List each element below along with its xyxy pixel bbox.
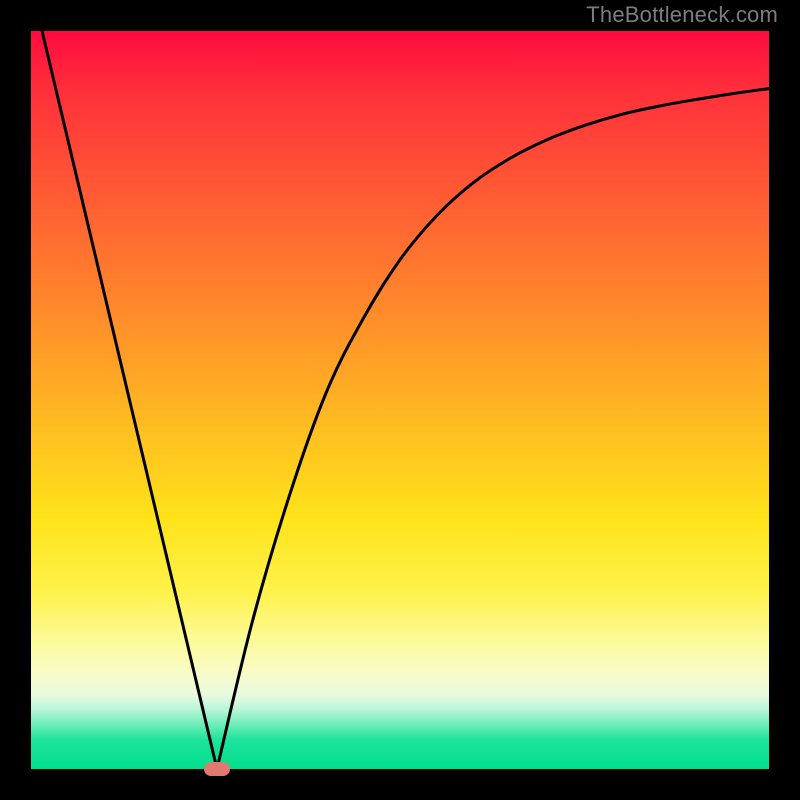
chart-frame: TheBottleneck.com	[0, 0, 800, 800]
trough-marker	[204, 762, 230, 776]
curve-svg	[31, 31, 769, 769]
plot-area	[31, 31, 769, 769]
bottleneck-curve	[42, 31, 769, 769]
watermark-text: TheBottleneck.com	[586, 2, 778, 28]
